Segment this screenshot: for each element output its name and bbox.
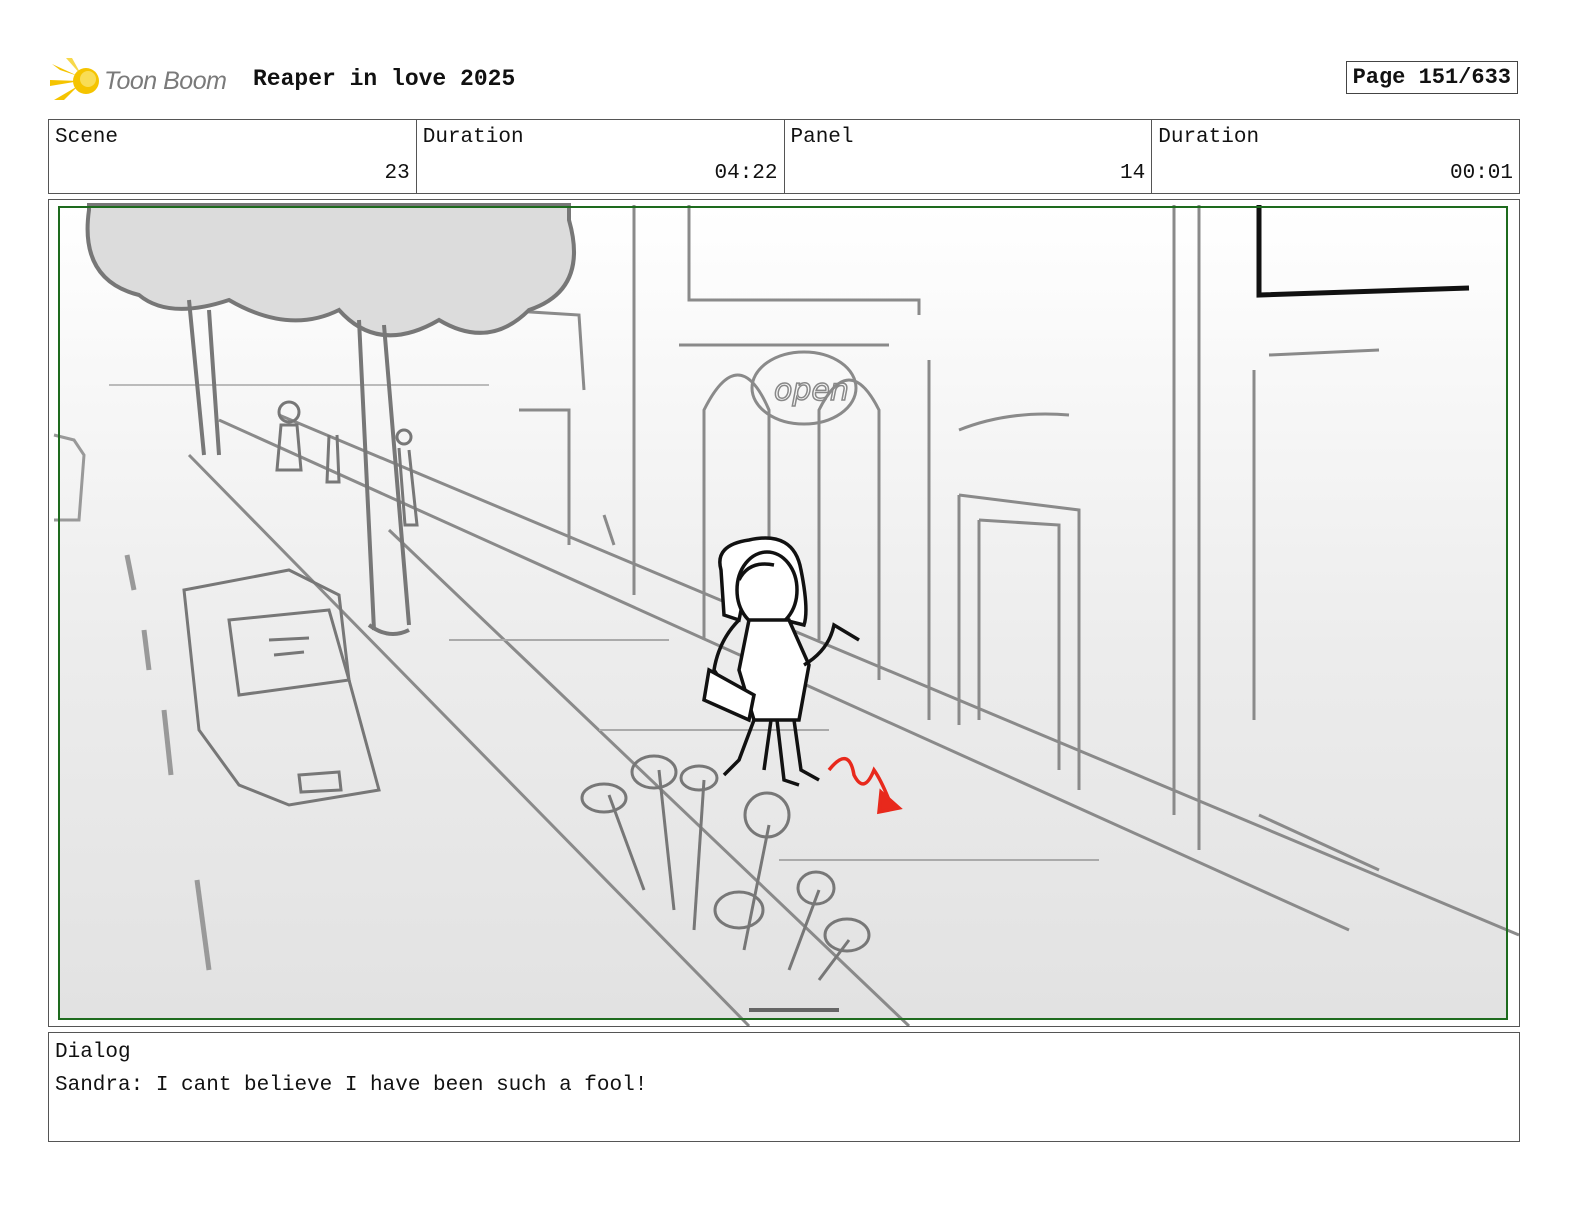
toon-boom-logo: Toon Boom (50, 56, 227, 106)
panel-duration-label: Duration (1158, 126, 1260, 149)
starburst-icon (50, 58, 99, 100)
scene-duration-cell: Duration 04:22 (417, 120, 785, 193)
page-number: Page 151/633 (1345, 61, 1518, 94)
dialog-label: Dialog (55, 1041, 131, 1064)
dialog-text: Sandra: I cant believe I have been such … (55, 1074, 648, 1097)
panel-sketch: open (53, 203, 1519, 1026)
panel-value: 14 (1120, 162, 1146, 185)
panel-label: Panel (790, 126, 854, 149)
scene-duration-value: 04:22 (714, 162, 778, 185)
panel-duration-cell: Duration 00:01 (1152, 120, 1519, 193)
scene-value: 23 (384, 162, 410, 185)
scene-cell: Scene 23 (49, 120, 417, 193)
page-header: Toon Boom Reaper in love 2025 Page 151/6… (48, 56, 1520, 106)
panel-cell: Panel 14 (785, 120, 1153, 193)
scene-duration-label: Duration (422, 126, 524, 149)
storyboard-panel: open (48, 199, 1520, 1027)
scene-info-table: Scene 23 Duration 04:22 Panel 14 Duratio… (48, 119, 1520, 194)
scene-label: Scene (55, 126, 119, 149)
logo-wordmark: Toon Boom (104, 66, 227, 95)
dialog-box: Dialog Sandra: I cant believe I have bee… (48, 1032, 1520, 1142)
panel-duration-value: 00:01 (1449, 162, 1513, 185)
project-title: Reaper in love 2025 (253, 66, 516, 92)
open-sign-text: open (774, 373, 849, 408)
